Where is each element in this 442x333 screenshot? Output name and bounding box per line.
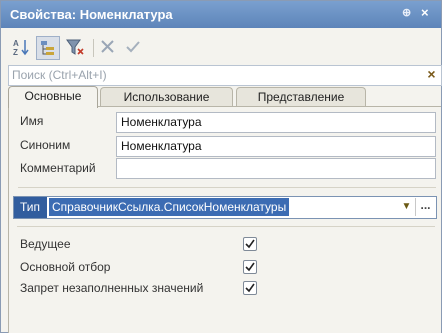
tab-main[interactable]: Основные [8, 86, 98, 108]
toolbar: A Z [1, 29, 441, 63]
type-value: СправочникСсылка.СписокНоменклатуры [49, 198, 290, 216]
chevron-down-icon[interactable]: ▼ [398, 198, 415, 216]
name-field[interactable]: Номенклатура [116, 112, 436, 133]
filter-icon[interactable] [65, 37, 85, 57]
tab-usage[interactable]: Использование [100, 87, 233, 107]
tab-presentation[interactable]: Представление [236, 87, 366, 107]
name-label: Имя [20, 114, 44, 128]
window-title: Свойства: Номенклатура [10, 7, 173, 22]
divider [17, 226, 435, 227]
svg-text:Z: Z [13, 48, 18, 57]
svg-text:A: A [13, 39, 19, 48]
delete-icon[interactable] [98, 37, 118, 57]
toolbar-separator [93, 39, 94, 57]
checkbox-label-deny-empty: Запрет незаполненных значений [20, 281, 204, 295]
synonym-label: Синоним [20, 138, 71, 152]
search-placeholder: Поиск (Ctrl+Alt+I) [12, 68, 107, 82]
comment-field[interactable] [116, 158, 436, 179]
divider [18, 187, 436, 188]
search-input[interactable]: Поиск (Ctrl+Alt+I) × [8, 65, 442, 86]
checkbox-label-main-filter: Основной отбор [20, 260, 111, 274]
pin-icon[interactable]: ⊕ [402, 6, 414, 20]
apply-icon[interactable] [123, 37, 143, 57]
more-button[interactable]: ... [415, 198, 435, 216]
name-value: Номенклатура [121, 115, 202, 129]
title-bar[interactable]: Свойства: Номенклатура ⊕ × [1, 1, 441, 28]
deny-empty-checkbox[interactable] [243, 281, 257, 295]
clear-search-icon[interactable]: × [423, 66, 440, 83]
type-field[interactable]: Тип СправочникСсылка.СписокНоменклатуры … [13, 196, 437, 219]
synonym-field[interactable]: Номенклатура [116, 136, 436, 157]
main-filter-checkbox[interactable] [243, 260, 257, 274]
checkbox-label-lead: Ведущее [20, 237, 71, 251]
tab-bar: Основные Использование Представление [8, 86, 440, 108]
sort-az-icon[interactable]: A Z [11, 37, 31, 57]
type-label: Тип [14, 197, 47, 218]
lead-checkbox[interactable] [243, 237, 257, 251]
comment-label: Комментарий [20, 161, 96, 175]
categories-icon[interactable] [36, 36, 60, 60]
close-icon[interactable]: × [421, 5, 435, 21]
tab-panel-main: Имя Номенклатура Синоним Номенклатура Ко… [8, 106, 441, 333]
synonym-value: Номенклатура [121, 139, 202, 153]
properties-window: Свойства: Номенклатура ⊕ × A Z Поиск (Ct… [0, 0, 442, 333]
